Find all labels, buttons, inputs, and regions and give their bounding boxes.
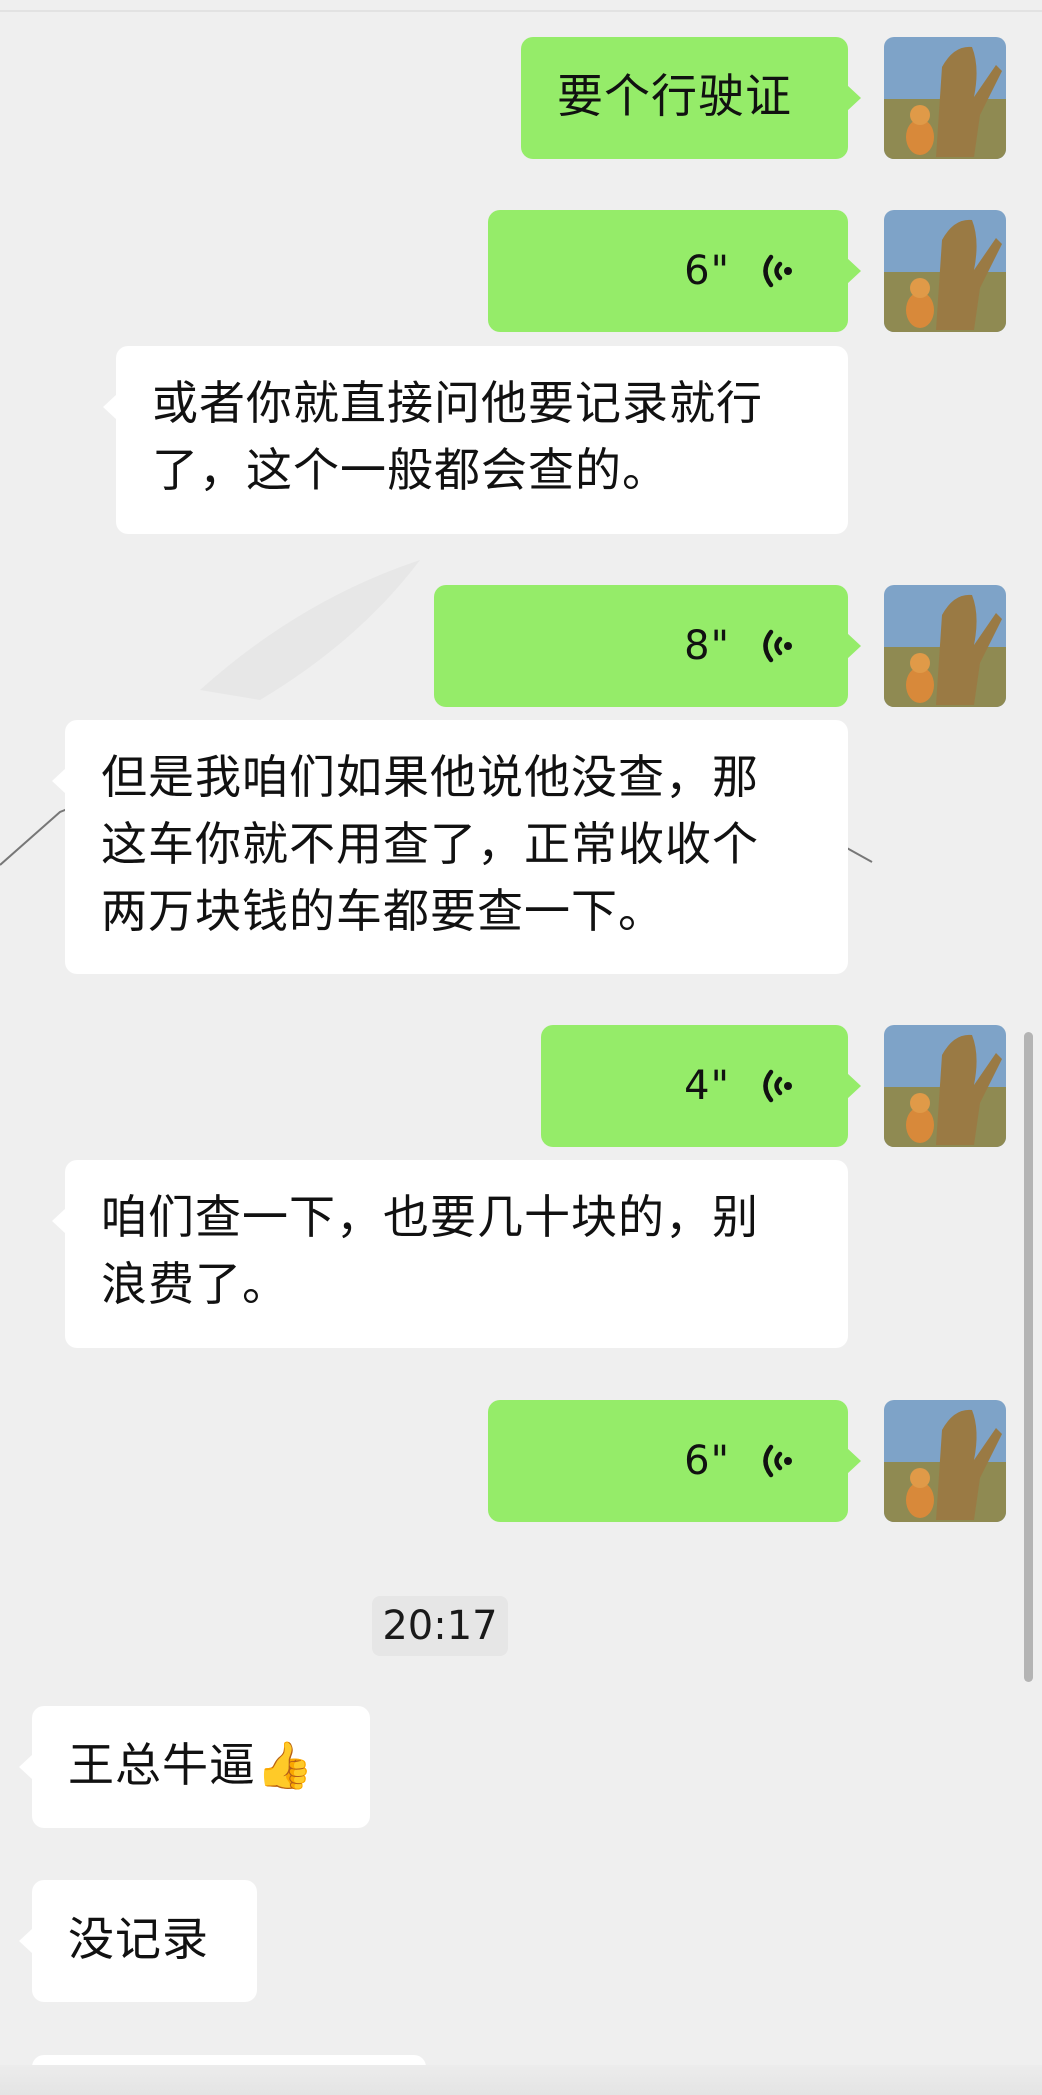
voice-message[interactable]: 4" [541, 1025, 861, 1147]
avatar-image [884, 585, 1006, 707]
avatar[interactable] [884, 1400, 1006, 1522]
scrollbar[interactable] [1024, 1032, 1033, 1682]
message-bubble-received[interactable]: 或者你就直接问他要记录就行 了，这个一般都会查的。 [103, 346, 848, 534]
chat-page: 要个行驶证 6" 或者你就直接问他要记录就行 了，这个一般都会查的。 8" 但是… [0, 0, 1042, 2095]
message-bubble-received[interactable]: 没记录 [19, 1880, 257, 2002]
avatar[interactable] [884, 585, 1006, 707]
message-line: 这车你就不用查了，正常收收个 [101, 817, 759, 871]
voice-wave-icon [763, 1444, 792, 1478]
message-line: 咱们查一下，也要几十块的，别 [101, 1190, 759, 1244]
voice-wave-icon [763, 629, 792, 663]
voice-duration: 6" [684, 247, 730, 294]
voice-wave-icon [763, 1069, 792, 1103]
avatar-image [884, 1400, 1006, 1522]
voice-duration: 6" [684, 1437, 730, 1484]
avatar-image [884, 1025, 1006, 1147]
message-text: 要个行驶证 [557, 69, 792, 123]
voice-message[interactable]: 6" [488, 1400, 861, 1522]
message-bubble-received[interactable]: 王总牛逼👍 [19, 1706, 370, 1828]
message-text: 没记录 [68, 1912, 209, 1966]
voice-duration: 8" [684, 622, 730, 669]
voice-wave-icon [763, 254, 792, 288]
avatar-image [884, 210, 1006, 332]
voice-message[interactable]: 8" [434, 585, 861, 707]
avatar-image [884, 37, 1006, 159]
message-line: 或者你就直接问他要记录就行 [152, 376, 763, 430]
message-line: 了，这个一般都会查的。 [152, 443, 669, 497]
message-line: 浪费了。 [101, 1257, 289, 1311]
message-line: 两万块钱的车都要查一下。 [101, 884, 665, 938]
message-line: 但是我咱们如果他说他没查，那 [101, 750, 759, 804]
avatar[interactable] [884, 210, 1006, 332]
message-bubble-received[interactable]: 但是我咱们如果他说他没查，那 这车你就不用查了，正常收收个 两万块钱的车都要查一… [52, 720, 848, 974]
input-bar-edge [0, 2065, 1042, 2095]
avatar[interactable] [884, 37, 1006, 159]
voice-duration: 4" [684, 1062, 730, 1109]
voice-message[interactable]: 6" [488, 210, 861, 332]
message-bubble-sent[interactable]: 要个行驶证 [521, 37, 861, 159]
avatar[interactable] [884, 1025, 1006, 1147]
message-text: 王总牛逼👍 [68, 1738, 315, 1792]
message-timestamp: 20:17 [372, 1596, 508, 1656]
header-divider [0, 10, 1042, 12]
message-bubble-received[interactable]: 咱们查一下，也要几十块的，别 浪费了。 [52, 1160, 848, 1348]
